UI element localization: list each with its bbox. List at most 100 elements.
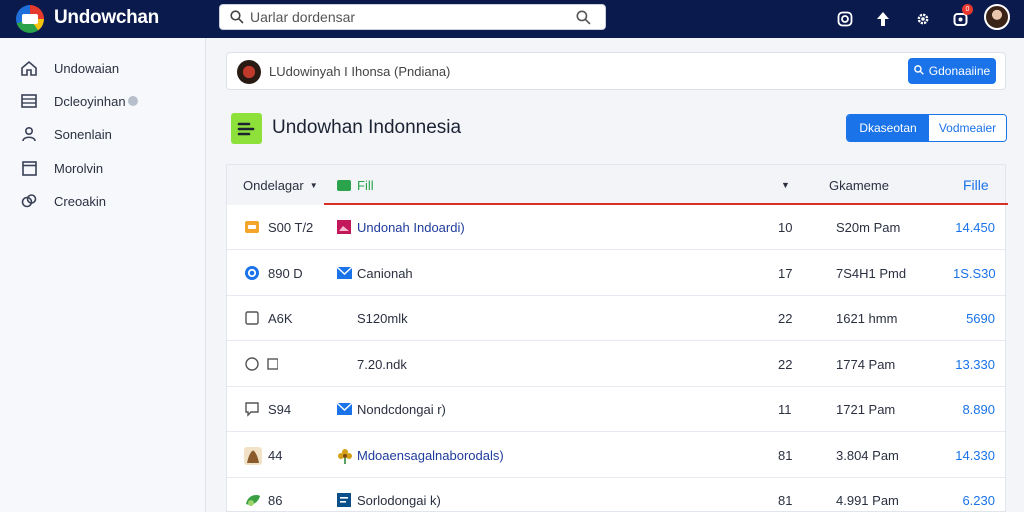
breadcrumb-text[interactable]: LUdowinyah I Ihonsa (Pndiana)	[269, 64, 450, 79]
sort-caret-icon: ▼	[309, 181, 318, 190]
row-count: 22	[778, 311, 793, 326]
sidebar-item-label: Creoakin	[54, 193, 107, 209]
table-row[interactable]: 44 Mdoaensagalnaborodals) 81 3.804 Pam 14.33…	[227, 433, 1005, 478]
info-dot-icon	[127, 96, 138, 106]
row-time: 1621 hmm	[836, 311, 898, 326]
home-icon	[18, 57, 40, 79]
segment-inactive-button[interactable]: Vodmeaier	[929, 115, 1006, 141]
window-icon	[18, 157, 40, 179]
row-count: 10	[778, 220, 793, 235]
mail-icon	[336, 402, 353, 416]
row-count: 81	[778, 447, 793, 463]
mail-icon	[336, 265, 353, 280]
row-file-link[interactable]: 1S.S30	[953, 266, 996, 281]
app-logo-icon[interactable]	[16, 5, 44, 33]
table-row[interactable]: 7.20.ndk 22 1774 Pam 13.330	[227, 342, 1005, 387]
view-toggle: Dkaseotan Vodmeaier	[846, 114, 1007, 142]
column-header-gkameme[interactable]: Gkameme	[829, 178, 889, 193]
settings-gear-icon[interactable]	[912, 8, 934, 30]
flower-icon	[337, 448, 352, 464]
search-box[interactable]	[219, 4, 606, 30]
row-name-link[interactable]: Sorlodongai k)	[357, 493, 441, 508]
sidebar-item-window[interactable]: Morolvin	[18, 156, 103, 180]
row-file-link[interactable]: 8.890	[953, 402, 995, 417]
shield-icon	[18, 190, 40, 212]
row-name-link[interactable]: Canionah	[357, 266, 413, 281]
row-name-link[interactable]: S120mlk	[357, 311, 408, 326]
row-time: S20m Pam	[836, 220, 901, 235]
row-file-link[interactable]: 13.330	[953, 357, 995, 372]
row-name-link[interactable]: Mdoaensagalnaborodals)	[357, 448, 504, 463]
sidebar-item-shield[interactable]: Creoakin	[18, 189, 106, 213]
data-table: Ondelagar ▼ Fill ▼ Gkameme Fille S00 T/2 U…	[226, 164, 1008, 512]
sidebar-item-label: Morolvin	[54, 160, 104, 176]
top-navigation-bar: Undowchan 0	[0, 0, 1024, 38]
file-icon	[337, 493, 351, 507]
row-time: 7S4H1 Pmd	[836, 265, 907, 281]
photo-thumb-icon	[244, 446, 262, 465]
app-title[interactable]: Undowchan	[54, 7, 159, 29]
sidebar-item-label: Undowaian	[54, 60, 120, 76]
row-name-link[interactable]: 7.20.ndk	[357, 357, 407, 372]
table-header: Ondelagar ▼ Fill ▼ Gkameme Fille	[227, 165, 1008, 205]
row-code: S94	[268, 402, 292, 417]
search-input[interactable]	[250, 8, 570, 26]
org-avatar[interactable]	[237, 60, 261, 84]
org-logo-icon	[231, 113, 262, 144]
sidebar-item-label: Dcleoyinhan	[54, 93, 126, 109]
row-time: 1774 Pam	[836, 356, 896, 372]
sidebar-item-label: Sonenlain	[54, 126, 112, 142]
checkbox-icon[interactable]	[244, 310, 260, 326]
table-row[interactable]: A6K S120mlk 22 1621 hmm 5690	[227, 296, 1005, 341]
copyright-circle-icon	[244, 265, 260, 281]
row-file-link[interactable]: 14.330	[953, 448, 995, 463]
column-dropdown-icon[interactable]: ▼	[781, 180, 790, 190]
sidebar-item-person[interactable]: Sonenlain	[18, 122, 112, 146]
sidebar-item-list[interactable]: Dcleoyinhan	[18, 89, 138, 113]
row-code: S00 T/2	[268, 220, 314, 235]
list-icon	[18, 90, 40, 112]
row-code: 44	[268, 447, 283, 463]
radio-icon[interactable]	[244, 356, 279, 372]
comment-icon	[244, 401, 260, 417]
sidebar: Undowaian Dcleoyinhan Sonenlain Morolvin…	[0, 38, 206, 512]
row-name-link[interactable]: Nondcdongai r)	[357, 402, 446, 417]
column-header-fille[interactable]: Fille	[963, 177, 989, 193]
breadcrumb: LUdowinyah I Ihonsa (Pndiana)	[226, 52, 1006, 90]
row-count: 22	[778, 356, 793, 372]
sheet-icon	[337, 180, 351, 191]
row-time: 3.804 Pam	[836, 447, 899, 463]
search-submit-icon[interactable]	[576, 10, 591, 30]
row-code: 890 D	[268, 265, 303, 281]
leaf-icon	[244, 492, 260, 508]
table-row[interactable]: 890 D Canionah 17 7S4H1 Pmd 1S.S30	[227, 251, 1005, 296]
folder-icon	[244, 219, 260, 235]
primary-action-button[interactable]: Gdonaaiine	[908, 58, 996, 84]
row-count: 81	[778, 493, 793, 508]
page-title: Undowhan Indonnesia	[272, 117, 462, 138]
sidebar-item-home[interactable]: Undowaian	[18, 56, 119, 80]
search-icon	[913, 64, 924, 78]
row-time: 1721 Pam	[836, 402, 896, 417]
table-row[interactable]: 86 Sorlodongai k) 81 4.991 Pam 6.230	[227, 478, 1005, 512]
column-header-label: Fill	[357, 178, 374, 193]
row-file-link[interactable]: 6.230	[953, 493, 995, 508]
primary-action-label: Gdonaaiine	[928, 64, 991, 78]
table-row[interactable]: S00 T/2 Undonah Indoardi) 10 S20m Pam 14.450	[227, 205, 1005, 250]
row-file-link[interactable]: 14.450	[953, 220, 995, 235]
row-code: 86	[268, 493, 283, 508]
notification-badge: 0	[962, 4, 973, 15]
row-count: 17	[778, 265, 793, 281]
column-header-label: Ondelagar	[243, 178, 304, 193]
row-code: A6K	[268, 311, 293, 326]
table-row[interactable]: S94 Nondcdongai r) 11 1721 Pam 8.890	[227, 387, 1005, 432]
instagram-icon[interactable]	[834, 8, 856, 30]
segment-active-button[interactable]: Dkaseotan	[847, 115, 929, 141]
user-avatar[interactable]	[984, 4, 1010, 30]
column-header-fill[interactable]: Fill	[337, 178, 374, 193]
column-header-ondelagar[interactable]: Ondelagar ▼	[243, 178, 318, 193]
row-file-link[interactable]: 5690	[953, 311, 995, 326]
row-name-link[interactable]: Undonah Indoardi)	[357, 220, 465, 235]
upload-arrow-icon[interactable]	[872, 8, 894, 30]
row-time: 4.991 Pam	[836, 493, 899, 508]
